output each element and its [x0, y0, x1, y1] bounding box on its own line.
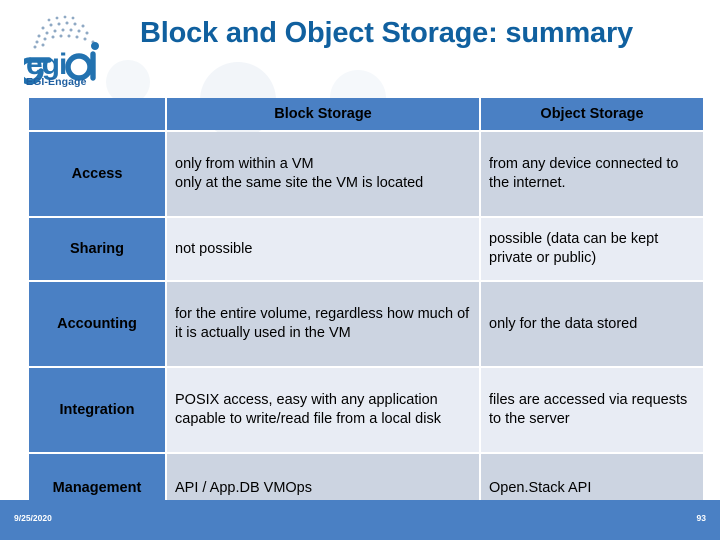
row-label-accounting: Accounting [29, 282, 165, 366]
table-row: Access only from within a VM only at the… [29, 132, 703, 216]
cell-sharing-block: not possible [167, 218, 479, 280]
table-row: Integration POSIX access, easy with any … [29, 368, 703, 452]
table-header-block-storage: Block Storage [167, 98, 479, 130]
logo-subtitle: EGI-Engage [26, 76, 87, 88]
table-header-row: Block Storage Object Storage [29, 98, 703, 130]
cell-sharing-object: possible (data can be kept private or pu… [481, 218, 703, 280]
table-header-blank [29, 98, 165, 130]
cell-accounting-object: only for the data stored [481, 282, 703, 366]
table-row: Accounting for the entire volume, regard… [29, 282, 703, 366]
row-label-sharing: Sharing [29, 218, 165, 280]
table-header-object-storage: Object Storage [481, 98, 703, 130]
footer-date: 9/25/2020 [14, 513, 52, 523]
table-row: Sharing not possible possible (data can … [29, 218, 703, 280]
cell-integration-block: POSIX access, easy with any application … [167, 368, 479, 452]
egi-logo: egi EGI-Engage [24, 12, 134, 90]
cell-access-object: from any device connected to the interne… [481, 132, 703, 216]
page-title: Block and Object Storage: summary [140, 17, 633, 49]
cell-integration-object: files are accessed via requests to the s… [481, 368, 703, 452]
footer-page-number: 93 [696, 513, 706, 523]
storage-comparison-table: Block Storage Object Storage Access only… [27, 96, 705, 524]
cell-access-block: only from within a VM only at the same s… [167, 132, 479, 216]
storage-comparison-table-wrapper: Block Storage Object Storage Access only… [27, 96, 703, 524]
row-label-access: Access [29, 132, 165, 216]
row-label-integration: Integration [29, 368, 165, 452]
slide-footer: 9/25/2020 93 [0, 500, 720, 540]
cell-accounting-block: for the entire volume, regardless how mu… [167, 282, 479, 366]
